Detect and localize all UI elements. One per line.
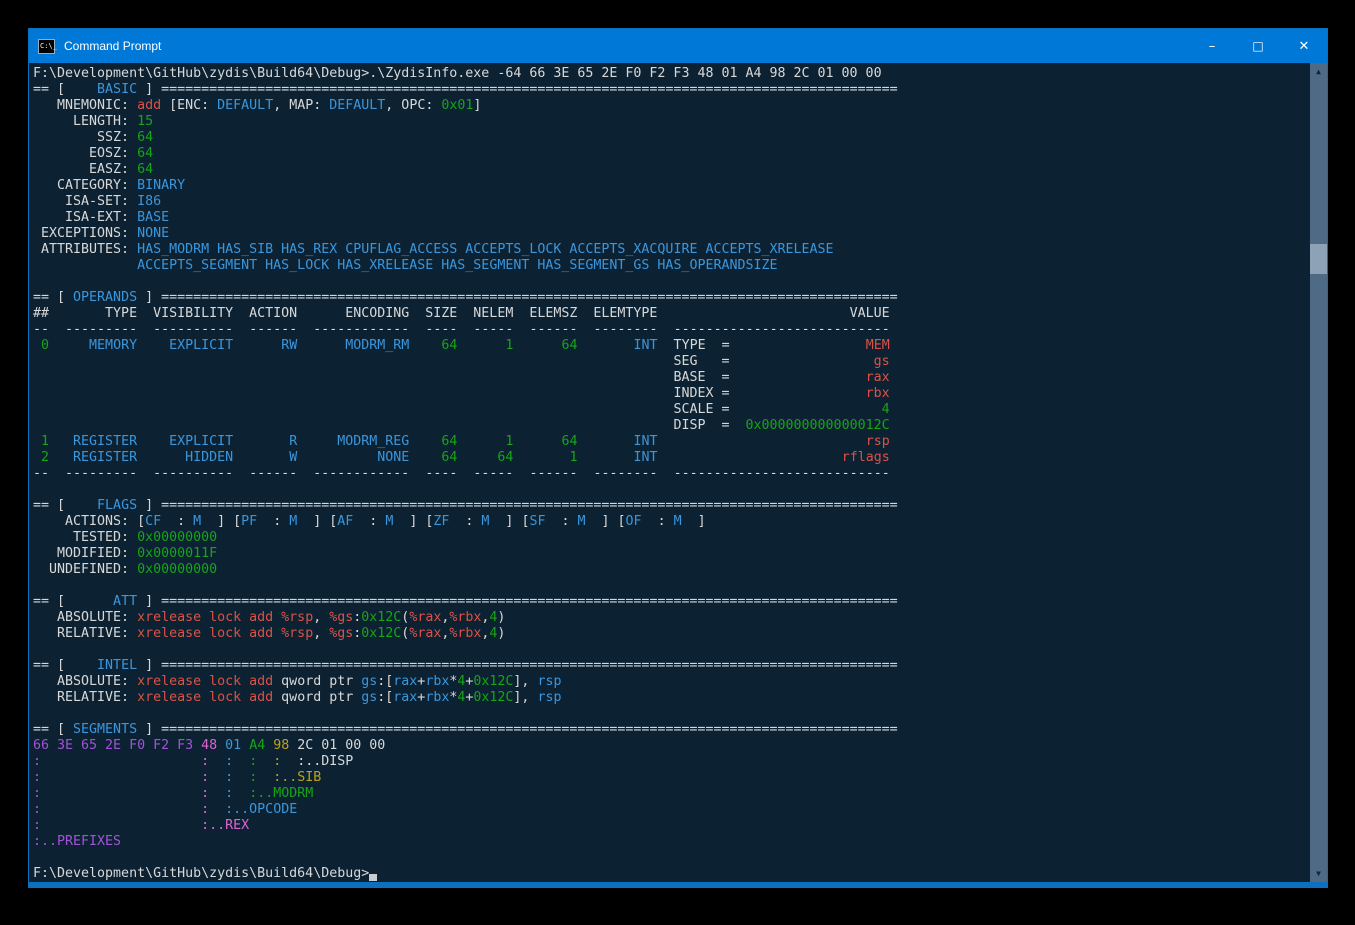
terminal-output[interactable]: F:\Development\GitHub\zydis\Build64\Debu… [29,63,1310,882]
terminal-line: -- --------- ---------- ------ ---------… [33,322,1310,338]
terminal-line: : : : : : :..DISP [33,754,1310,770]
terminal-line: RELATIVE: xrelease lock add qword ptr gs… [33,690,1310,706]
terminal-line: 1 REGISTER EXPLICIT R MODRM_REG 64 1 64 … [33,434,1310,450]
terminal-line: : : : : :..SIB [33,770,1310,786]
terminal-line: SCALE = 4 [33,402,1310,418]
terminal-line [33,482,1310,498]
terminal-line: == [ ATT ] =============================… [33,594,1310,610]
terminal-line: RELATIVE: xrelease lock add %rsp, %gs:0x… [33,626,1310,642]
terminal-line: 0 MEMORY EXPLICIT RW MODRM_RM 64 1 64 IN… [33,338,1310,354]
scrollbar-thumb[interactable] [1310,244,1327,274]
terminal-line: ISA-SET: I86 [33,194,1310,210]
terminal-line: CATEGORY: BINARY [33,178,1310,194]
terminal-line: F:\Development\GitHub\zydis\Build64\Debu… [33,66,1310,82]
terminal-line: ISA-EXT: BASE [33,210,1310,226]
terminal-line: INDEX = rbx [33,386,1310,402]
terminal-line: : : :..OPCODE [33,802,1310,818]
terminal-line: ACTIONS: [CF : M ] [PF : M ] [AF : M ] [… [33,514,1310,530]
terminal-line: BASE = rax [33,370,1310,386]
maximize-button[interactable]: □ [1235,29,1281,63]
terminal-line [33,850,1310,866]
scroll-up-button[interactable]: ▲ [1310,63,1327,80]
terminal-line: ## TYPE VISIBILITY ACTION ENCODING SIZE … [33,306,1310,322]
terminal-line: -- --------- ---------- ------ ---------… [33,466,1310,482]
terminal-line: SEG = gs [33,354,1310,370]
console-area: F:\Development\GitHub\zydis\Build64\Debu… [29,63,1327,882]
scrollbar-track[interactable] [1310,80,1327,865]
terminal-line: TESTED: 0x00000000 [33,530,1310,546]
command-prompt-window: C:\_ Command Prompt – □ ✕ F:\Development… [28,28,1328,888]
terminal-line: == [ FLAGS ] ===========================… [33,498,1310,514]
terminal-line: EXCEPTIONS: NONE [33,226,1310,242]
terminal-line: ACCEPTS_SEGMENT HAS_LOCK HAS_XRELEASE HA… [33,258,1310,274]
terminal-line [33,706,1310,722]
terminal-line: 2 REGISTER HIDDEN W NONE 64 64 1 INT rfl… [33,450,1310,466]
terminal-line: == [ OPERANDS ] ========================… [33,290,1310,306]
scroll-down-button[interactable]: ▼ [1310,865,1327,882]
terminal-line: UNDEFINED: 0x00000000 [33,562,1310,578]
terminal-line: ABSOLUTE: xrelease lock add qword ptr gs… [33,674,1310,690]
terminal-line: MODIFIED: 0x0000011F [33,546,1310,562]
terminal-line: == [ SEGMENTS ] ========================… [33,722,1310,738]
terminal-line: DISP = 0x000000000000012C [33,418,1310,434]
terminal-line: ATTRIBUTES: HAS_MODRM HAS_SIB HAS_REX CP… [33,242,1310,258]
terminal-line: EOSZ: 64 [33,146,1310,162]
window-controls: – □ ✕ [1189,29,1327,63]
terminal-line: LENGTH: 15 [33,114,1310,130]
terminal-line: 66 3E 65 2E F0 F2 F3 48 01 A4 98 2C 01 0… [33,738,1310,754]
terminal-line: SSZ: 64 [33,130,1310,146]
terminal-line [33,578,1310,594]
terminal-line: : : : :..MODRM [33,786,1310,802]
desktop-background: C:\_ Command Prompt – □ ✕ F:\Development… [0,0,1355,925]
terminal-line [33,642,1310,658]
terminal-line: EASZ: 64 [33,162,1310,178]
terminal-line: MNEMONIC: add [ENC: DEFAULT, MAP: DEFAUL… [33,98,1310,114]
terminal-line: F:\Development\GitHub\zydis\Build64\Debu… [33,866,1310,882]
terminal-line: :..PREFIXES [33,834,1310,850]
terminal-line: == [ BASIC ] ===========================… [33,82,1310,98]
title-bar[interactable]: C:\_ Command Prompt – □ ✕ [29,29,1327,63]
terminal-line: : :..REX [33,818,1310,834]
terminal-line [33,274,1310,290]
scrollbar: ▲ ▼ [1310,63,1327,882]
cmd-icon: C:\_ [38,39,55,54]
window-title: Command Prompt [64,39,161,53]
terminal-cursor [369,874,377,881]
minimize-button[interactable]: – [1189,29,1235,63]
close-button[interactable]: ✕ [1281,29,1327,63]
terminal-line: ABSOLUTE: xrelease lock add %rsp, %gs:0x… [33,610,1310,626]
terminal-line: == [ INTEL ] ===========================… [33,658,1310,674]
